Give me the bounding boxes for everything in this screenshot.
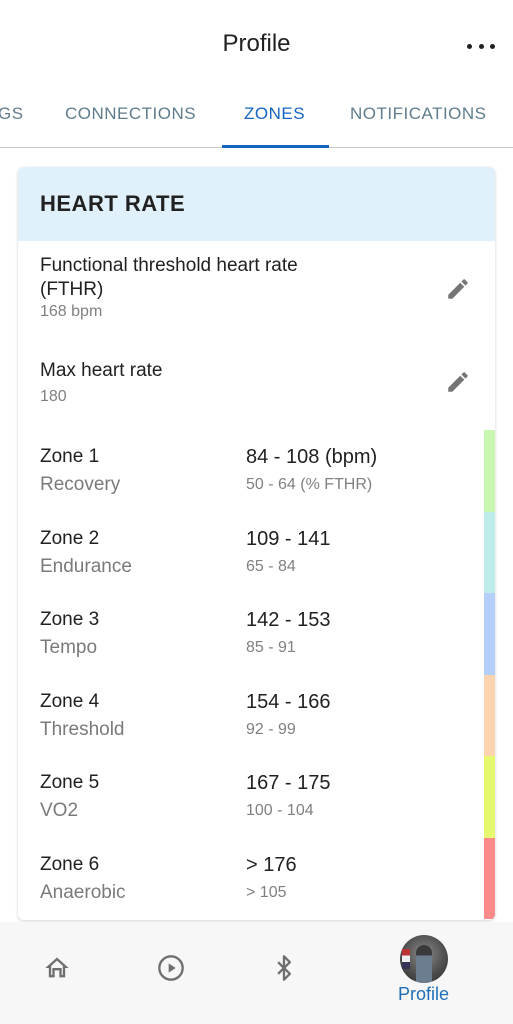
zone-percent-range: 85 - 91 (246, 639, 296, 656)
zone-row: Zone 4 Threshold 154 - 166 92 - 99 (18, 674, 495, 756)
nav-profile-label: Profile (398, 984, 450, 1004)
top-bar: Profile (0, 0, 513, 88)
edit-max-hr-button[interactable] (443, 367, 473, 397)
tab-bar: GS CONNECTIONS ZONES NOTIFICATIONS (0, 88, 513, 148)
zone-bpm-range: 154 - 166 (246, 690, 331, 713)
fthr-label: Functional threshold heart rate (FTHR) (40, 254, 425, 302)
profile-avatar (399, 935, 448, 983)
zone-color-bar (484, 430, 495, 512)
tab-zones[interactable]: ZONES (244, 104, 305, 124)
bluetooth-icon (277, 955, 291, 981)
zone-description: Threshold (40, 718, 125, 740)
zone-bpm-range: 84 - 108 (bpm) (246, 446, 378, 468)
fthr-label-line1: Functional threshold heart rate (40, 255, 298, 276)
max-hr-value: 180 (40, 388, 67, 405)
zone-name: Zone 6 (40, 853, 100, 875)
zone-bpm-range: 167 - 175 (246, 772, 331, 794)
zone-row: Zone 2 Endurance 109 - 141 65 - 84 (18, 511, 495, 593)
zone-name: Zone 4 (40, 690, 100, 712)
fthr-setting-row: Functional threshold heart rate (FTHR) 1… (18, 254, 495, 322)
zone-percent-range: 65 - 84 (246, 557, 296, 575)
fthr-value: 168 bpm (40, 303, 103, 320)
avatar-background-flag (401, 949, 410, 969)
card-title: HEART RATE (40, 191, 186, 216)
zone-bpm-range: 109 - 141 (246, 527, 331, 550)
active-tab-indicator (222, 145, 329, 148)
page-title: Profile (222, 30, 291, 57)
zone-color-bar (484, 756, 495, 838)
zone-list: Zone 1 Recovery 84 - 108 (bpm) 50 - 64 (… (18, 430, 495, 919)
more-dot (478, 43, 484, 49)
home-icon (45, 957, 69, 978)
edit-pencil-icon (448, 279, 468, 299)
zone-color-bar (484, 674, 495, 756)
more-options-button[interactable] (467, 34, 495, 58)
heart-rate-card: HEART RATE Functional threshold heart ra… (18, 167, 495, 920)
tab-settings[interactable]: GS (0, 104, 24, 124)
max-hr-setting-row: Max heart rate 180 (18, 359, 495, 407)
nav-workouts[interactable] (157, 954, 185, 982)
zone-bpm-range: > 176 (246, 853, 297, 876)
zone-name: Zone 1 (40, 446, 100, 467)
zone-row: Zone 3 Tempo 142 - 153 85 - 91 (18, 593, 495, 675)
zone-description: Tempo (40, 637, 98, 658)
nav-devices[interactable] (270, 954, 298, 982)
zone-color-bar (484, 593, 495, 675)
card-header: HEART RATE (18, 167, 495, 241)
zone-percent-range: > 105 (246, 883, 287, 901)
zone-row: Zone 1 Recovery 84 - 108 (bpm) 50 - 64 (… (18, 430, 495, 512)
edit-pencil-icon (448, 372, 468, 392)
zone-description: Endurance (40, 555, 132, 577)
edit-fthr-button[interactable] (443, 274, 473, 304)
more-dot (490, 43, 495, 49)
bottom-navigation: Profile (0, 922, 513, 1024)
zone-percent-range: 100 - 104 (246, 802, 314, 819)
avatar-person (415, 945, 432, 983)
zone-color-bar (484, 837, 495, 919)
zone-percent-range: 92 - 99 (246, 720, 296, 738)
tab-connections[interactable]: CONNECTIONS (65, 104, 196, 124)
tab-notifications[interactable]: NOTIFICATIONS (350, 104, 487, 124)
zone-row: Zone 5 VO2 167 - 175 100 - 104 (18, 756, 495, 838)
fthr-label-line2: (FTHR) (40, 279, 104, 300)
zone-percent-range: 50 - 64 (% FTHR) (246, 476, 373, 493)
zone-name: Zone 2 (40, 527, 100, 549)
zone-description: Recovery (40, 474, 121, 495)
nav-profile[interactable]: Profile (398, 935, 449, 1005)
zone-name: Zone 5 (40, 772, 100, 793)
max-hr-label: Max heart rate (40, 360, 163, 381)
zone-description: Anaerobic (40, 881, 126, 903)
more-horizontal-icon (467, 43, 472, 49)
app-root: Profile GS CONNECTIONS ZONES NOTIFICATIO… (0, 0, 513, 1024)
nav-home[interactable] (43, 954, 71, 982)
zone-bpm-range: 142 - 153 (246, 609, 331, 631)
zone-name: Zone 3 (40, 609, 100, 630)
zone-color-bar (484, 511, 495, 593)
zone-row: Zone 6 Anaerobic > 176 > 105 (18, 837, 495, 919)
zone-description: VO2 (40, 800, 79, 821)
play-circle-icon (158, 955, 184, 981)
